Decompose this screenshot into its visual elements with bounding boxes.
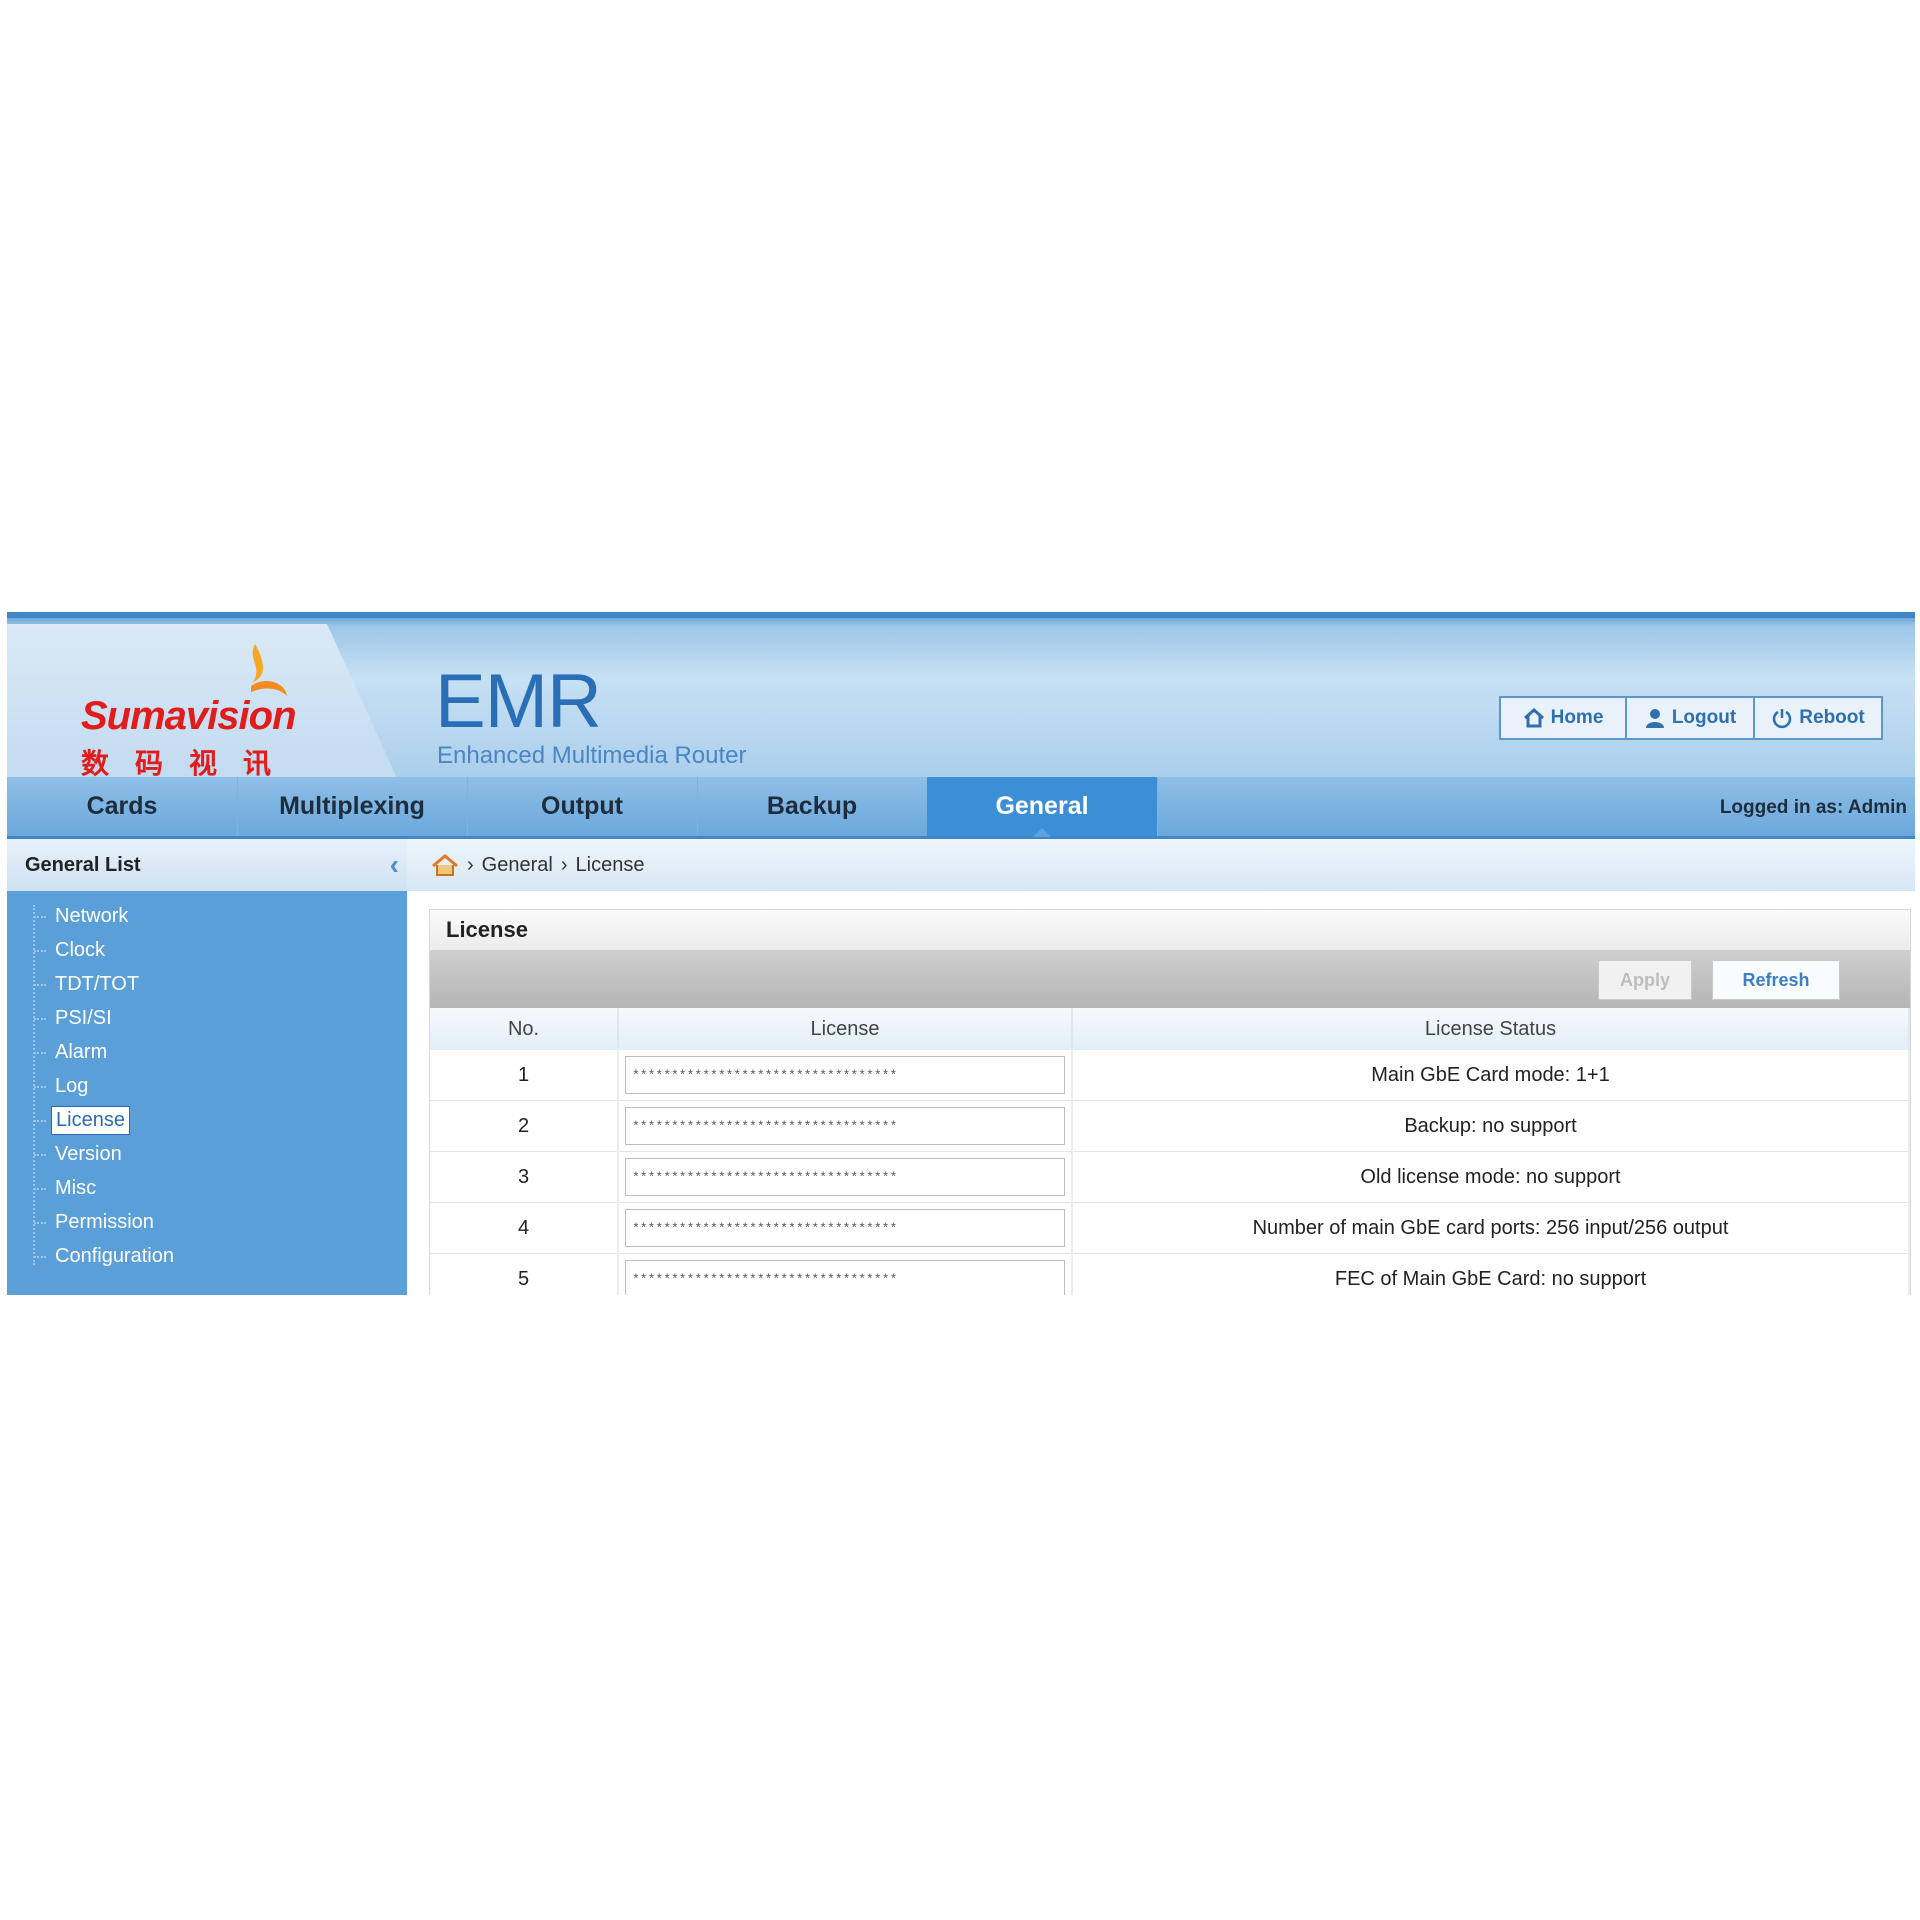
- breadcrumb: › General › License: [407, 839, 1915, 891]
- column-header-license: License: [618, 1008, 1073, 1050]
- table-row: 3 Old license mode: no support: [430, 1151, 1910, 1203]
- sidebar-item-label: License: [51, 1105, 130, 1135]
- home-button-label: Home: [1550, 707, 1604, 728]
- sidebar-title: General List: [25, 853, 141, 876]
- sidebar-item-label: PSI/SI: [55, 1006, 112, 1029]
- sidebar-item-alarm[interactable]: Alarm: [7, 1035, 407, 1069]
- tab-backup[interactable]: Backup: [697, 777, 928, 836]
- license-status: Main GbE Card mode: 1+1: [1072, 1050, 1910, 1101]
- sidebar-item-network[interactable]: Network: [7, 899, 407, 933]
- breadcrumb-separator: ›: [560, 853, 568, 876]
- table-header-row: No. License License Status: [430, 1008, 1910, 1050]
- logout-button[interactable]: Logout: [1627, 698, 1755, 738]
- table-row: 4 Number of main GbE card ports: 256 inp…: [430, 1202, 1910, 1254]
- apply-button[interactable]: Apply: [1598, 960, 1692, 1000]
- home-icon[interactable]: [431, 853, 459, 877]
- sidebar: General List ‹ Network Clock TDT/TOT PSI…: [7, 839, 407, 1295]
- refresh-button[interactable]: Refresh: [1712, 960, 1840, 1000]
- sidebar-item-label: Log: [55, 1074, 89, 1097]
- license-table: No. License License Status 1 Main GbE Ca…: [430, 1008, 1910, 1295]
- sidebar-item-version[interactable]: Version: [7, 1137, 407, 1171]
- sidebar-item-label: Configuration: [55, 1244, 174, 1267]
- license-status: FEC of Main GbE Card: no support: [1072, 1253, 1910, 1295]
- sidebar-tree: Network Clock TDT/TOT PSI/SI Alarm Log L…: [7, 891, 407, 1273]
- license-input[interactable]: [625, 1209, 1065, 1247]
- license-panel: License Apply Refresh No. License Licens…: [429, 909, 1911, 1295]
- table-row: 1 Main GbE Card mode: 1+1: [430, 1050, 1910, 1101]
- reboot-button[interactable]: Reboot: [1755, 698, 1881, 738]
- sidebar-item-permission[interactable]: Permission: [7, 1205, 407, 1239]
- row-number: 5: [430, 1253, 619, 1295]
- power-icon: [1773, 709, 1792, 729]
- sidebar-item-misc[interactable]: Misc: [7, 1171, 407, 1205]
- panel-toolbar: Apply Refresh: [430, 950, 1910, 1008]
- collapse-chevron-icon[interactable]: ‹: [390, 851, 399, 879]
- license-status: Old license mode: no support: [1072, 1151, 1910, 1203]
- row-number: 2: [430, 1100, 619, 1152]
- breadcrumb-general[interactable]: General: [482, 854, 553, 877]
- row-number: 3: [430, 1151, 619, 1203]
- logo-panel: Sumavision 数码视讯: [7, 624, 397, 778]
- main-nav: Cards Multiplexing Output Backup General…: [7, 777, 1915, 839]
- user-icon: [1645, 709, 1664, 728]
- top-button-group: Home Logout Reboot: [1499, 696, 1883, 740]
- app-window: Sumavision 数码视讯 EMR Enhanced Multimedia …: [7, 612, 1915, 1295]
- tab-multiplexing[interactable]: Multiplexing: [237, 777, 468, 836]
- column-header-no: No.: [430, 1008, 619, 1050]
- sidebar-item-label: Clock: [55, 938, 106, 961]
- sidebar-item-label: TDT/TOT: [55, 972, 140, 995]
- sidebar-item-configuration[interactable]: Configuration: [7, 1239, 407, 1273]
- sidebar-item-label: Misc: [55, 1176, 97, 1199]
- sidebar-item-label: Version: [55, 1142, 122, 1165]
- logout-button-label: Logout: [1671, 707, 1737, 728]
- product-name: EMR: [435, 659, 602, 744]
- license-status: Number of main GbE card ports: 256 input…: [1072, 1202, 1910, 1254]
- sidebar-item-label: Permission: [55, 1210, 154, 1233]
- row-number: 4: [430, 1202, 619, 1254]
- main-content: › General › License License Apply Refres…: [407, 839, 1915, 1295]
- row-number: 1: [430, 1050, 619, 1101]
- header: Sumavision 数码视讯 EMR Enhanced Multimedia …: [7, 612, 1915, 778]
- license-status: Backup: no support: [1072, 1100, 1910, 1152]
- license-input[interactable]: [625, 1056, 1065, 1094]
- breadcrumb-license: License: [575, 853, 645, 876]
- license-input[interactable]: [625, 1107, 1065, 1145]
- table-row: 2 Backup: no support: [430, 1100, 1910, 1152]
- tab-general[interactable]: General: [927, 777, 1158, 837]
- logo-chinese-text: 数码视讯: [81, 748, 298, 779]
- product-subtitle: Enhanced Multimedia Router: [437, 742, 747, 769]
- home-icon: [1523, 707, 1544, 728]
- tab-cards[interactable]: Cards: [7, 777, 238, 836]
- sidebar-item-label: Alarm: [55, 1040, 108, 1063]
- sidebar-item-psi-si[interactable]: PSI/SI: [7, 1001, 407, 1035]
- sidebar-item-tdt-tot[interactable]: TDT/TOT: [7, 967, 407, 1001]
- sidebar-item-label: Network: [55, 904, 129, 927]
- breadcrumb-separator: ›: [467, 853, 474, 876]
- sidebar-item-clock[interactable]: Clock: [7, 933, 407, 967]
- sidebar-header: General List ‹: [7, 839, 407, 891]
- license-input[interactable]: [625, 1260, 1065, 1295]
- logo-text: Sumavision: [81, 694, 297, 738]
- sidebar-item-license[interactable]: License: [7, 1103, 407, 1137]
- sidebar-item-log[interactable]: Log: [7, 1069, 407, 1103]
- table-row: 5 FEC of Main GbE Card: no support: [430, 1253, 1910, 1295]
- panel-title: License: [430, 910, 1910, 950]
- column-header-license-status: License Status: [1072, 1008, 1910, 1050]
- home-button[interactable]: Home: [1501, 698, 1627, 738]
- reboot-button-label: Reboot: [1799, 707, 1865, 728]
- tab-output[interactable]: Output: [467, 777, 698, 836]
- license-input[interactable]: [625, 1158, 1065, 1196]
- login-info: Logged in as: Admin: [1719, 797, 1907, 818]
